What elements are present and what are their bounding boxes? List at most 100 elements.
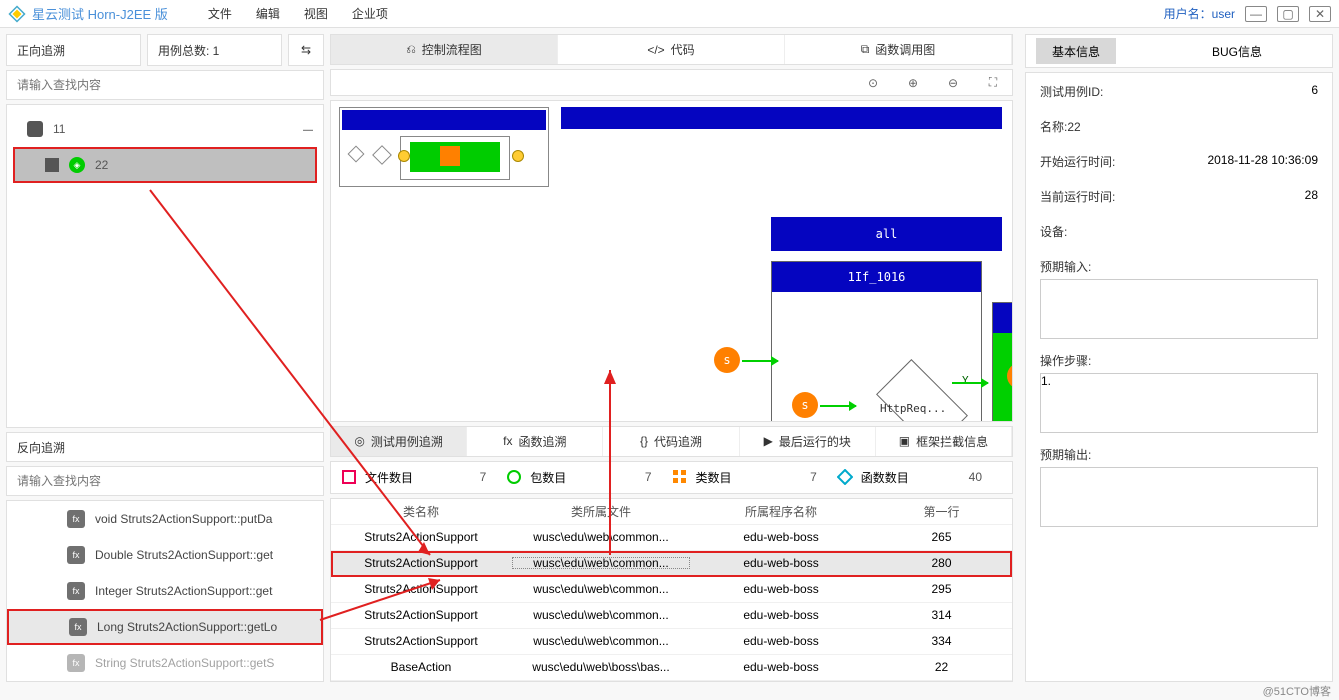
tree-root[interactable]: 11 – <box>7 111 323 147</box>
expected-input-field[interactable] <box>1040 279 1318 339</box>
if-node: 1If_1016 <box>772 262 981 292</box>
table-row[interactable]: Struts2ActionSupportwusc\edu\web\common.… <box>331 551 1012 577</box>
decision-label: HttpReq... <box>880 402 946 415</box>
cur-time-label: 当前运行时间: <box>1040 188 1115 205</box>
menu-file[interactable]: 文件 <box>208 5 232 22</box>
inner-block: 1Se_If_1016 s e <box>992 302 1013 421</box>
minimize-icon[interactable]: — <box>1245 6 1267 22</box>
close-icon[interactable]: ✕ <box>1309 6 1331 22</box>
cur-time-value: 28 <box>1305 188 1318 205</box>
table-row[interactable]: Struts2ActionSupportwusc\edu\web\common.… <box>331 629 1012 655</box>
diagram-thumbnail[interactable] <box>339 107 549 187</box>
checkbox-icon[interactable] <box>45 158 59 172</box>
start-time-label: 开始运行时间: <box>1040 153 1115 170</box>
ttab-last-block[interactable]: ▶最后运行的块 <box>740 427 876 456</box>
case-id-value: 6 <box>1311 83 1318 100</box>
device-label: 设备: <box>1040 223 1067 240</box>
tab-control-flow[interactable]: ⎌控制流程图 <box>331 35 558 64</box>
table-row[interactable]: Struts2ActionSupportwusc\edu\web\common.… <box>331 577 1012 603</box>
forward-search-input[interactable] <box>6 70 324 100</box>
fullscreen-icon[interactable]: ⛶ <box>984 74 1002 92</box>
inner-s-node: s <box>1007 363 1013 389</box>
table-row[interactable]: BaseActionwusc\edu\web\boss\bas...edu-we… <box>331 655 1012 681</box>
list-item[interactable]: fxInteger Struts2ActionSupport::get <box>7 573 323 609</box>
class-table: 类名称类所属文件所属程序名称第一行 Struts2ActionSupportwu… <box>330 498 1013 682</box>
footer-watermark: @51CTO博客 <box>1263 682 1331 700</box>
list-item-selected[interactable]: fxLong Struts2ActionSupport::getLo <box>7 609 323 645</box>
rtab-basic-info[interactable]: 基本信息 <box>1036 38 1116 64</box>
stats-row: 文件数目7 包数目7 类数目7 函数数目40 <box>330 461 1013 494</box>
table-header: 类名称类所属文件所属程序名称第一行 <box>331 499 1012 525</box>
list-item[interactable]: fxvoid Struts2ActionSupport::putDa <box>7 501 323 537</box>
menu-enterprise[interactable]: 企业项 <box>352 5 388 22</box>
tab-code[interactable]: </>代码 <box>558 35 785 64</box>
steps-label: 操作步骤: <box>1040 354 1091 368</box>
swap-icon[interactable]: ⇆ <box>288 34 324 66</box>
ttab-func-trace[interactable]: fx函数追溯 <box>467 427 603 456</box>
func-icon: fx <box>69 618 87 636</box>
zoom-reset-icon[interactable]: ⊙ <box>864 74 882 92</box>
func-icon: fx <box>67 510 85 528</box>
tree-root-label: 11 <box>53 122 65 136</box>
diagram-header-bar <box>561 107 1002 129</box>
tree-item-label: 22 <box>95 158 108 172</box>
table-row[interactable]: Struts2ActionSupportwusc\edu\web\common.… <box>331 603 1012 629</box>
code-icon: {} <box>640 434 648 448</box>
menu-edit[interactable]: 编辑 <box>256 5 280 22</box>
app-title: 星云测试 Horn-J2EE 版 <box>32 4 168 23</box>
folder-icon <box>27 121 43 137</box>
y-label: Y <box>962 374 969 387</box>
class-icon <box>672 469 688 485</box>
main-menu: 文件 编辑 视图 企业项 <box>208 5 388 22</box>
se-node: 1Se_If_1016 <box>993 303 1013 333</box>
play-icon: ▶ <box>764 434 773 448</box>
list-item[interactable]: fxString Struts2ActionSupport::getS <box>7 645 323 681</box>
expected-output-field[interactable] <box>1040 467 1318 527</box>
graph-icon: ⧉ <box>861 42 870 57</box>
function-list: fxvoid Struts2ActionSupport::putDa fxDou… <box>6 500 324 682</box>
ttab-code-trace[interactable]: {}代码追溯 <box>603 427 739 456</box>
zoom-in-icon[interactable]: ⊕ <box>904 74 922 92</box>
start-node: s <box>714 347 740 373</box>
backward-trace-label[interactable]: 反向追溯 <box>6 432 324 462</box>
ttab-case-trace[interactable]: ◎测试用例追溯 <box>331 427 467 456</box>
rtab-bug-info[interactable]: BUG信息 <box>1196 38 1278 64</box>
list-item[interactable]: fxDouble Struts2ActionSupport::get <box>7 537 323 573</box>
zoom-out-icon[interactable]: ⊖ <box>944 74 962 92</box>
pkg-icon <box>506 469 522 485</box>
func-count-icon <box>837 469 853 485</box>
menu-view[interactable]: 视图 <box>304 5 328 22</box>
tab-call-graph[interactable]: ⧉函数调用图 <box>785 35 1012 64</box>
center-tabs: ⎌控制流程图 </>代码 ⧉函数调用图 <box>330 34 1013 65</box>
ttab-intercept[interactable]: ▣框架拦截信息 <box>876 427 1012 456</box>
case-count-label: 用例总数: 1 <box>147 34 282 66</box>
forward-trace-label[interactable]: 正向追溯 <box>6 34 141 66</box>
titlebar: 星云测试 Horn-J2EE 版 文件 编辑 视图 企业项 用户名：user —… <box>0 0 1339 28</box>
flow-diagram[interactable]: all 1If_1016 s s HttpReq... Y N 1Se_If_1… <box>330 100 1013 421</box>
func-icon: fx <box>67 582 85 600</box>
code-icon: </> <box>647 43 664 57</box>
case-id-label: 测试用例ID: <box>1040 83 1103 100</box>
target-icon: ◎ <box>354 434 364 448</box>
case-name-label: 名称:22 <box>1040 118 1081 135</box>
trace-tabs: ◎测试用例追溯 fx函数追溯 {}代码追溯 ▶最后运行的块 ▣框架拦截信息 <box>330 426 1013 457</box>
tree-item-selected[interactable]: ◈ 22 <box>13 147 317 183</box>
steps-field[interactable] <box>1040 373 1318 433</box>
func-icon: fx <box>67 546 85 564</box>
right-tabs: 基本信息 BUG信息 <box>1025 34 1333 68</box>
func-icon: fx <box>67 654 85 672</box>
backward-search-input[interactable] <box>6 466 324 496</box>
collapse-icon[interactable]: – <box>303 119 313 140</box>
app-logo-icon <box>8 5 26 23</box>
user-label: 用户名：user <box>1164 5 1235 22</box>
info-panel: 测试用例ID:6 名称:22 开始运行时间:2018-11-28 10:36:0… <box>1025 72 1333 682</box>
expected-output-label: 预期输出: <box>1040 448 1091 462</box>
all-node: all <box>771 217 1002 251</box>
maximize-icon[interactable]: ▢ <box>1277 6 1299 22</box>
testcase-tree: 11 – ◈ 22 <box>6 104 324 428</box>
shield-icon: ▣ <box>899 434 910 448</box>
file-icon <box>341 469 357 485</box>
outer-block: 1If_1016 s s HttpReq... Y N 1Se_If_1016 … <box>771 261 982 421</box>
table-row[interactable]: Struts2ActionSupportwusc\edu\web\common.… <box>331 525 1012 551</box>
fx-icon: fx <box>503 434 512 448</box>
